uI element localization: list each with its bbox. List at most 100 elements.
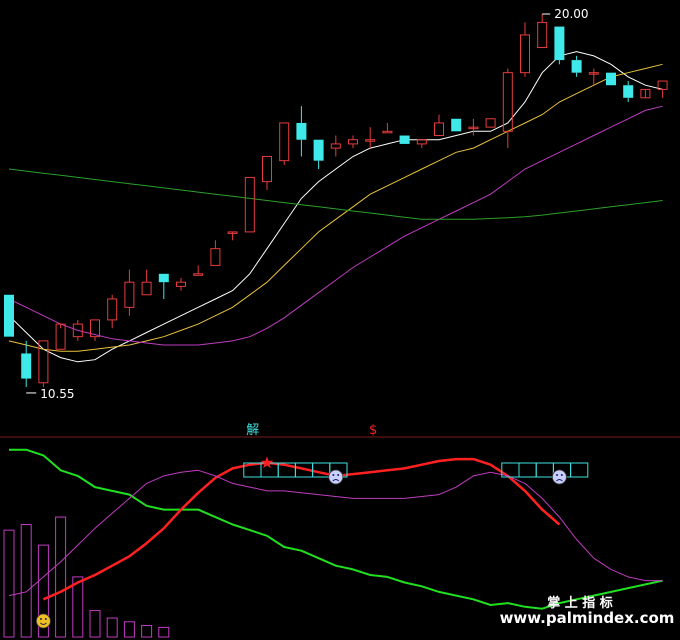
high-price-label: 20.00 <box>554 7 588 21</box>
candle <box>416 139 427 149</box>
candle <box>434 114 444 137</box>
ma-line-3 <box>8 168 663 220</box>
face-eye <box>337 474 340 476</box>
candle <box>606 72 616 86</box>
face-eye <box>44 618 47 620</box>
candle-body-up <box>520 34 530 74</box>
candle-body-up <box>38 340 49 384</box>
candle <box>210 240 221 266</box>
candle-body-up <box>485 118 496 128</box>
candle-body-up <box>124 281 135 308</box>
candle <box>485 118 496 128</box>
candle <box>141 269 152 296</box>
candle <box>468 118 479 136</box>
candle <box>4 294 14 337</box>
chart-stage: 20.00 10.55 解 $ 掌 上 指 标 www.palmindex.com <box>0 0 680 640</box>
candle-body-down <box>158 273 169 283</box>
candle <box>90 319 100 341</box>
happy-face-icon <box>36 613 51 629</box>
candle <box>262 155 272 190</box>
candle <box>21 340 32 387</box>
sad-face-icon <box>552 469 567 485</box>
candle <box>571 55 582 77</box>
price-panel: 20.00 10.55 解 $ <box>4 7 668 438</box>
candle-body-up <box>210 248 221 266</box>
candle <box>176 278 186 291</box>
candle-body-up <box>193 273 204 276</box>
candle <box>193 265 204 276</box>
candle <box>330 135 341 157</box>
signal-box-cell <box>570 462 589 478</box>
candle <box>107 294 118 329</box>
face-circle <box>36 613 51 629</box>
candle <box>313 139 324 170</box>
watermark-url: www.palmindex.com <box>500 609 675 627</box>
candle-body-up <box>107 298 118 321</box>
candle <box>588 68 599 86</box>
face-circle <box>328 469 344 485</box>
candle-body-up <box>262 155 272 183</box>
candle <box>296 106 307 157</box>
candle-body-down <box>399 135 410 144</box>
candle <box>554 26 565 65</box>
candle <box>382 122 393 134</box>
signal-box-cell <box>518 462 537 478</box>
candle <box>640 88 651 99</box>
indicator-bar <box>20 524 32 638</box>
indicator-bar <box>123 621 135 638</box>
candle-body-down <box>451 118 462 132</box>
candle <box>365 127 376 149</box>
candle-body-down <box>606 72 616 86</box>
stock-chart: 20.00 10.55 解 $ 掌 上 指 标 www.palmindex.com <box>0 7 680 638</box>
ma-line-1 <box>8 63 663 352</box>
candle-body-up <box>141 281 152 296</box>
ma-line-0 <box>8 51 663 363</box>
candle-body-down <box>571 60 582 73</box>
signal-marker: $ <box>369 423 377 438</box>
candle-body-up <box>244 176 255 233</box>
candle-body-down <box>21 353 32 379</box>
candle-body-down <box>4 294 14 337</box>
face-eye <box>332 474 335 476</box>
candle <box>279 122 290 165</box>
face-eye <box>40 618 42 620</box>
candle-body-up <box>348 139 358 145</box>
signal-box-cell <box>535 462 554 478</box>
candle-body-up <box>279 122 290 162</box>
watermark: 掌 上 指 标 www.palmindex.com <box>500 595 675 627</box>
candle-body-down <box>296 122 307 140</box>
face-eye <box>556 474 558 476</box>
face-eye <box>560 474 563 476</box>
cross-star-marker <box>260 456 274 469</box>
candle <box>451 118 462 132</box>
candle-body-down <box>623 85 634 98</box>
candle-body-up <box>330 143 341 149</box>
candle <box>158 273 169 299</box>
candle <box>657 80 668 98</box>
candle <box>502 68 513 149</box>
candle <box>55 323 66 350</box>
candle-body-up <box>382 130 393 134</box>
candle <box>348 135 358 149</box>
indicator-line-1 <box>42 457 561 601</box>
candle <box>399 135 410 144</box>
indicator-bar <box>3 529 15 638</box>
indicator-bar <box>106 617 118 638</box>
sad-face-icon <box>328 469 344 485</box>
candle <box>623 81 634 102</box>
candle <box>38 340 49 387</box>
candle-body-up <box>176 281 186 287</box>
indicator-bar <box>55 516 67 638</box>
indicator-bar <box>158 626 170 638</box>
candle <box>244 176 255 233</box>
low-price-label: 10.55 <box>40 387 74 401</box>
candle <box>537 14 548 49</box>
indicator-bar <box>72 576 84 638</box>
candle-body-up <box>416 139 427 145</box>
candle-body-down <box>554 26 565 61</box>
candle <box>227 231 238 241</box>
candle <box>520 22 530 77</box>
candle-body-down <box>313 139 324 161</box>
indicator-bar <box>141 625 153 638</box>
face-circle <box>552 469 567 485</box>
